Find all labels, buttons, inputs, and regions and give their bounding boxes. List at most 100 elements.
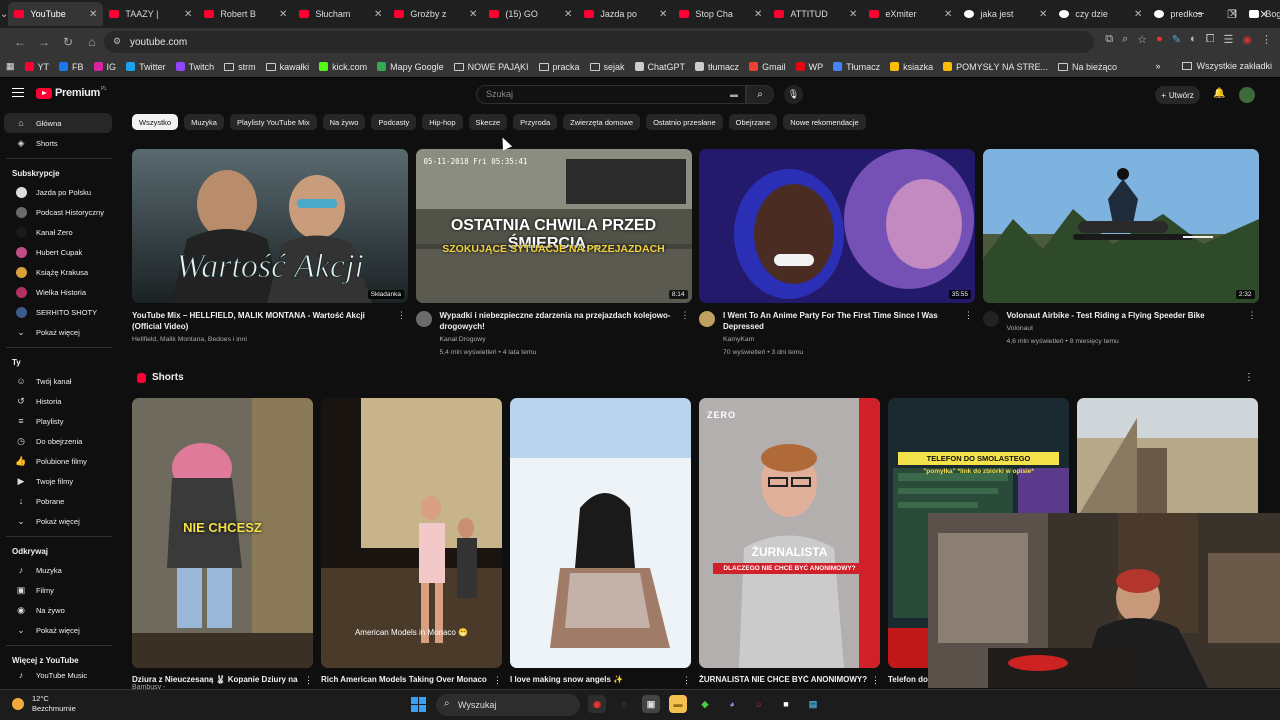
weather-widget[interactable]: 12°C Bezchmurnie bbox=[12, 694, 76, 714]
video-title[interactable]: Volonaut Airbike - Test Riding a Flying … bbox=[1007, 310, 1259, 321]
close-tab-icon[interactable]: ✕ bbox=[849, 9, 857, 20]
forward-icon[interactable]: → bbox=[32, 35, 56, 49]
more-options-icon[interactable]: ⋮ bbox=[682, 675, 691, 686]
site-info-icon[interactable]: ⚙ bbox=[113, 36, 121, 47]
close-tab-icon[interactable]: ✕ bbox=[89, 9, 97, 20]
sidebar-section-you[interactable]: Ty bbox=[0, 353, 118, 371]
bookmark-item[interactable]: Tłumacz bbox=[833, 62, 880, 72]
channel-name[interactable]: KamyKam bbox=[723, 335, 975, 345]
bookmark-item[interactable]: sejak bbox=[589, 62, 625, 72]
url-input[interactable]: ⚙ youtube.com bbox=[104, 31, 1094, 53]
bookmark-item[interactable]: Gmail bbox=[749, 62, 786, 72]
close-tab-icon[interactable]: ✕ bbox=[1039, 9, 1047, 20]
video-title[interactable]: I Went To An Anime Party For The First T… bbox=[723, 310, 975, 332]
browser-tab[interactable]: Groźby z ✕ bbox=[388, 2, 483, 26]
tab-search-icon[interactable]: ⌄ bbox=[0, 2, 8, 26]
filter-chip[interactable]: Skecze bbox=[468, 114, 508, 130]
photoshop-icon[interactable]: ▣ bbox=[642, 695, 660, 713]
create-button[interactable]: + Utwórz bbox=[1155, 86, 1200, 104]
bookmark-item[interactable]: NOWE PAJĄKI bbox=[453, 62, 529, 72]
bookmark-item[interactable]: Na bieżąco bbox=[1057, 62, 1117, 72]
obs-icon[interactable]: ■ bbox=[777, 695, 795, 713]
channel-avatar[interactable] bbox=[982, 311, 999, 327]
close-tab-icon[interactable]: ✕ bbox=[1134, 9, 1142, 20]
close-tab-icon[interactable]: ✕ bbox=[944, 9, 952, 20]
voice-search-button[interactable]: 🎙 bbox=[784, 85, 803, 104]
sidebar-item[interactable]: Wielka Historia bbox=[4, 282, 112, 302]
search-input[interactable]: Szukaj bbox=[476, 85, 746, 104]
browser-tab[interactable]: Robert B ✕ bbox=[198, 2, 293, 26]
sidebar-item[interactable]: Hubert Cupak bbox=[4, 242, 112, 262]
short-thumbnail[interactable] bbox=[510, 398, 691, 668]
discord-icon[interactable]: ◕ bbox=[723, 695, 741, 713]
close-tab-icon[interactable]: ✕ bbox=[279, 9, 287, 20]
browser-tab[interactable]: TAAZY | ✕ bbox=[103, 2, 198, 26]
filter-chip[interactable]: Podcasty bbox=[371, 114, 417, 130]
sidebar-item[interactable]: Książę Krakusa bbox=[4, 262, 112, 282]
notifications-bell-icon[interactable]: 🔔 bbox=[1213, 88, 1225, 99]
sidebar-item[interactable]: ◈ Shorts bbox=[4, 133, 112, 153]
sidebar-item[interactable]: Jazda po Polsku bbox=[4, 182, 112, 202]
more-options-icon[interactable]: ⋮ bbox=[304, 675, 313, 686]
extension2-icon[interactable]: ◐ bbox=[1190, 33, 1197, 46]
more-options-icon[interactable]: ⋮ bbox=[397, 310, 406, 321]
menu-kebab-icon[interactable]: ⋮ bbox=[1261, 33, 1272, 46]
video-card[interactable]: Wartość Akcji Składanka YouTube Mix – HELL… bbox=[132, 149, 408, 345]
youtube-logo[interactable]: Premium PL bbox=[36, 86, 107, 99]
minimize-icon[interactable]: ─ bbox=[1184, 0, 1216, 28]
bookmark-item[interactable]: kawałki bbox=[265, 62, 309, 72]
search-button[interactable]: ⌕ bbox=[746, 85, 774, 104]
sidebar-item[interactable]: ☺ Twój kanał bbox=[4, 371, 112, 391]
close-tab-icon[interactable]: ✕ bbox=[184, 9, 192, 20]
more-options-icon[interactable]: ⋮ bbox=[1248, 310, 1257, 321]
sidebar-item[interactable]: Podcast Historyczny bbox=[4, 202, 112, 222]
bookmark-item[interactable]: YT bbox=[24, 62, 49, 72]
sidebar-item[interactable]: ⌄ Pokaż więcej bbox=[4, 511, 112, 531]
taskbar-search[interactable]: ⌕ Wyszukaj bbox=[436, 694, 580, 716]
short-title[interactable]: ŻURNALISTA NIE CHCE BYĆ ANONIMOWY? bbox=[699, 675, 880, 684]
filter-chip[interactable]: Ostatnio przesłane bbox=[646, 114, 723, 130]
video-thumbnail[interactable]: Wartość Akcji Składanka bbox=[132, 149, 408, 303]
filter-chip[interactable]: Zwierzęta domowe bbox=[563, 114, 641, 130]
sidebar-item[interactable]: ↓ Pobrane bbox=[4, 491, 112, 511]
bookmark-item[interactable]: ChatGPT bbox=[634, 62, 685, 72]
sidebar-item[interactable]: ⌂ Główna bbox=[4, 113, 112, 133]
short-card[interactable]: ZERO ŻURNALISTA DLACZEGO NIE CHCE BYĆ ANON… bbox=[699, 398, 880, 685]
extensions-puzzle-icon[interactable]: ⧠ bbox=[1206, 33, 1215, 46]
video-thumbnail[interactable]: 35:55 bbox=[699, 149, 975, 303]
video-card[interactable]: OSTATNIA CHWILA PRZED ŚMIERCIĄ... SZOKUJĄ… bbox=[415, 149, 692, 358]
tab-groups-icon[interactable]: ☰ bbox=[1224, 33, 1234, 46]
start-button[interactable] bbox=[411, 697, 426, 712]
bookmark-item[interactable]: FB bbox=[59, 62, 84, 72]
browser-tab[interactable]: Stop Cha ✕ bbox=[673, 2, 768, 26]
short-thumbnail[interactable]: ZERO ŻURNALISTA DLACZEGO NIE CHCE BYĆ ANON… bbox=[699, 398, 880, 668]
menu-icon[interactable] bbox=[12, 88, 24, 97]
browser-tab[interactable]: jaka jest ✕ bbox=[958, 2, 1053, 26]
filter-chip[interactable]: Playlisty YouTube Mix bbox=[229, 114, 317, 130]
sidebar-item[interactable]: ⌄ Pokaż więcej bbox=[4, 620, 112, 640]
sidebar-item[interactable]: Kanał Zero bbox=[4, 222, 112, 242]
more-options-icon[interactable]: ⋮ bbox=[964, 310, 973, 321]
keyboard-icon[interactable]: ▬ bbox=[730, 90, 738, 99]
close-tab-icon[interactable]: ✕ bbox=[754, 9, 762, 20]
short-title[interactable]: Dziura z Nieuczesaną 🐰 Kopanie Dziury na bbox=[132, 675, 313, 684]
browser-tab[interactable]: ATTITUD ✕ bbox=[768, 2, 863, 26]
more-options-icon[interactable]: ⋮ bbox=[681, 310, 690, 321]
channel-avatar[interactable] bbox=[415, 311, 432, 327]
sidebar-item[interactable]: ⌄ Pokaż więcej bbox=[4, 322, 112, 342]
close-tab-icon[interactable]: ✕ bbox=[564, 9, 572, 20]
bookmark-item[interactable]: WP bbox=[795, 62, 823, 72]
sidebar-item[interactable]: ♪ Muzyka bbox=[4, 560, 112, 580]
close-tab-icon[interactable]: ✕ bbox=[469, 9, 477, 20]
filter-chip[interactable]: Na żywo bbox=[322, 114, 366, 130]
zoom-icon[interactable]: ⌕ bbox=[1122, 33, 1128, 46]
video-thumbnail[interactable]: OSTATNIA CHWILA PRZED ŚMIERCIĄ... SZOKUJĄ… bbox=[415, 149, 692, 303]
sidebar-item[interactable]: ◷ Do obejrzenia bbox=[4, 431, 112, 451]
filter-chip[interactable]: Hip-hop bbox=[422, 114, 463, 130]
apps-icon[interactable]: ▦ bbox=[6, 61, 15, 72]
bookmark-item[interactable]: tłumacz bbox=[695, 62, 739, 72]
close-window-icon[interactable]: ✕ bbox=[1248, 0, 1280, 28]
shorts-menu-icon[interactable]: ⋮ bbox=[1244, 372, 1254, 383]
browser-tab[interactable]: Słucham ✕ bbox=[293, 2, 388, 26]
app-icon[interactable]: ◌ bbox=[615, 695, 633, 713]
